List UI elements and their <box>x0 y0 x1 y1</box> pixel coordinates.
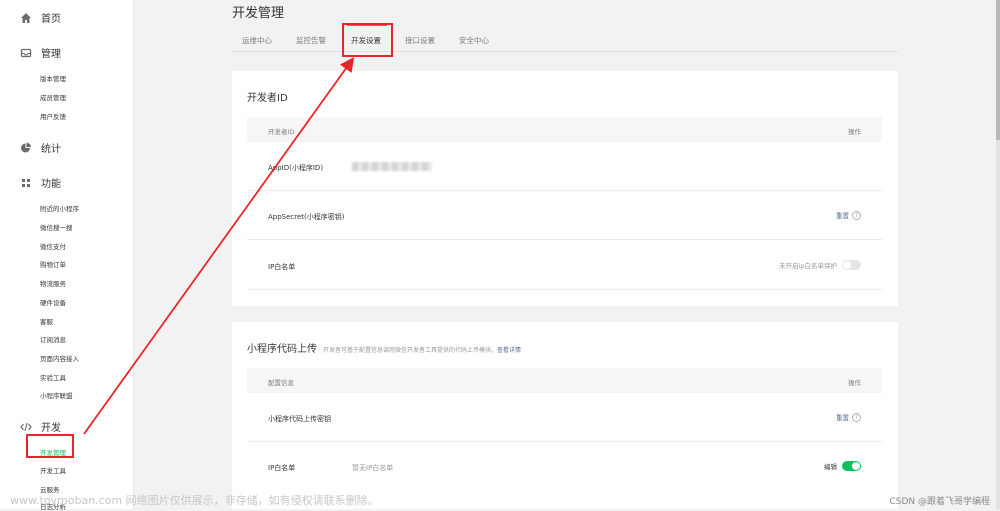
scrollbar[interactable] <box>996 0 1000 509</box>
watermark-left: www.toymoban.com 网络图片仅供展示，非存储，如有侵权请联系删除。 <box>10 494 379 507</box>
scrollbar-thumb[interactable] <box>996 0 1000 140</box>
annotation-arrow <box>83 57 355 435</box>
watermark-right: CSDN @跟着飞哥学编程 <box>889 497 990 507</box>
